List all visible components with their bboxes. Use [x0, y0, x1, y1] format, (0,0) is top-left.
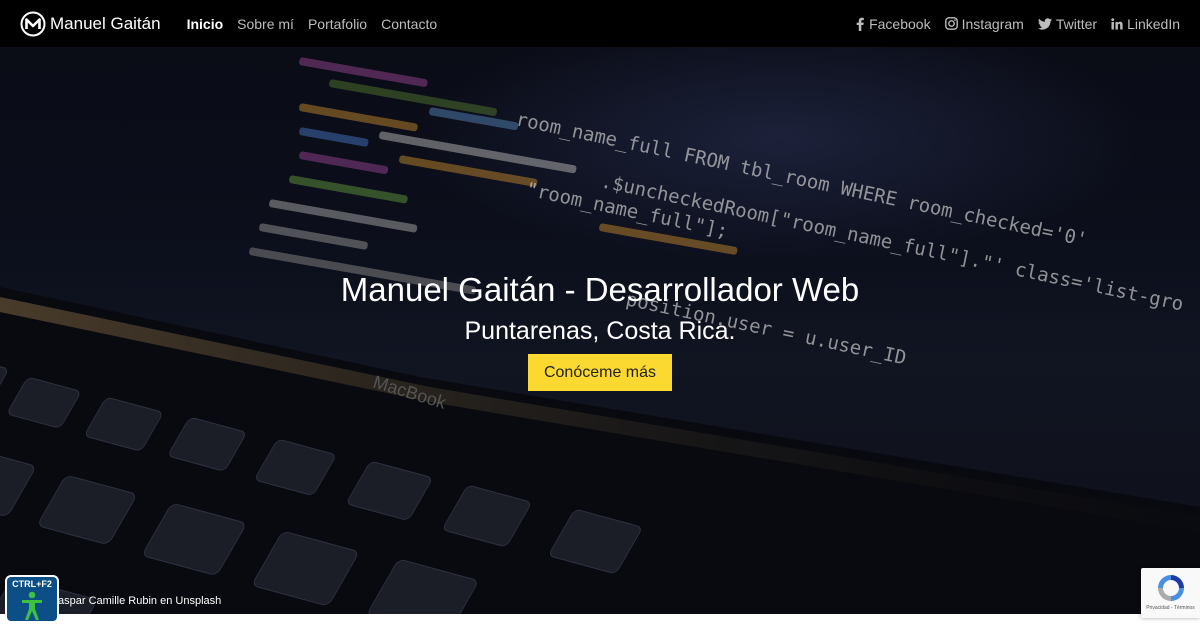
brand-name: Manuel Gaitán — [50, 13, 161, 33]
nav-item-contacto[interactable]: Contacto — [381, 16, 437, 32]
social-label-facebook: Facebook — [869, 15, 931, 32]
social-links: Facebook Instagram Twitter LinkedIn — [841, 0, 1180, 47]
social-link-twitter[interactable]: Twitter — [1037, 15, 1098, 32]
hero-subtitle: Puntarenas, Costa Rica. — [464, 317, 736, 345]
social-link-linkedin[interactable]: LinkedIn — [1111, 16, 1180, 32]
accessibility-button[interactable]: CTRL+F2 — [5, 575, 59, 623]
accessibility-person-icon — [22, 591, 42, 620]
main-nav: Inicio Sobre mí Portafolio Contacto — [187, 16, 452, 32]
linkedin-icon — [1111, 17, 1123, 29]
social-label-twitter: Twitter — [1055, 15, 1098, 32]
twitter-icon — [1037, 17, 1052, 30]
hero-title: Manuel Gaitán - Desarrollador Web — [340, 271, 860, 308]
recaptcha-icon — [1158, 575, 1184, 601]
instagram-icon — [944, 17, 958, 30]
nav-item-sobre-mi[interactable]: Sobre mí — [237, 16, 294, 32]
brand-link[interactable]: Manuel Gaitán — [20, 11, 161, 37]
hero-section: room_name_full FROM tbl_room WHERE room_… — [0, 47, 1200, 614]
accessibility-shortcut-label: CTRL+F2 — [12, 579, 52, 589]
social-label-linkedin: LinkedIn — [1127, 15, 1180, 32]
recaptcha-badge[interactable]: Privacidad - Términos — [1141, 568, 1200, 618]
recaptcha-links[interactable]: Privacidad - Términos — [1141, 605, 1200, 611]
social-link-facebook[interactable]: Facebook — [855, 15, 931, 32]
nav-item-inicio[interactable]: Inicio — [187, 16, 224, 32]
top-navbar: Manuel Gaitán Inicio Sobre mí Portafolio… — [0, 0, 1200, 47]
nav-item-portafolio[interactable]: Portafolio — [308, 16, 367, 32]
conoceme-mas-button[interactable]: Conóceme más — [528, 354, 672, 391]
social-label-instagram: Instagram — [961, 15, 1024, 32]
photo-credit[interactable]: aspar Camille Rubin en Unsplash — [58, 595, 221, 607]
social-link-instagram[interactable]: Instagram — [944, 15, 1024, 32]
m-circle-logo-icon — [20, 11, 46, 36]
facebook-icon — [856, 17, 864, 31]
